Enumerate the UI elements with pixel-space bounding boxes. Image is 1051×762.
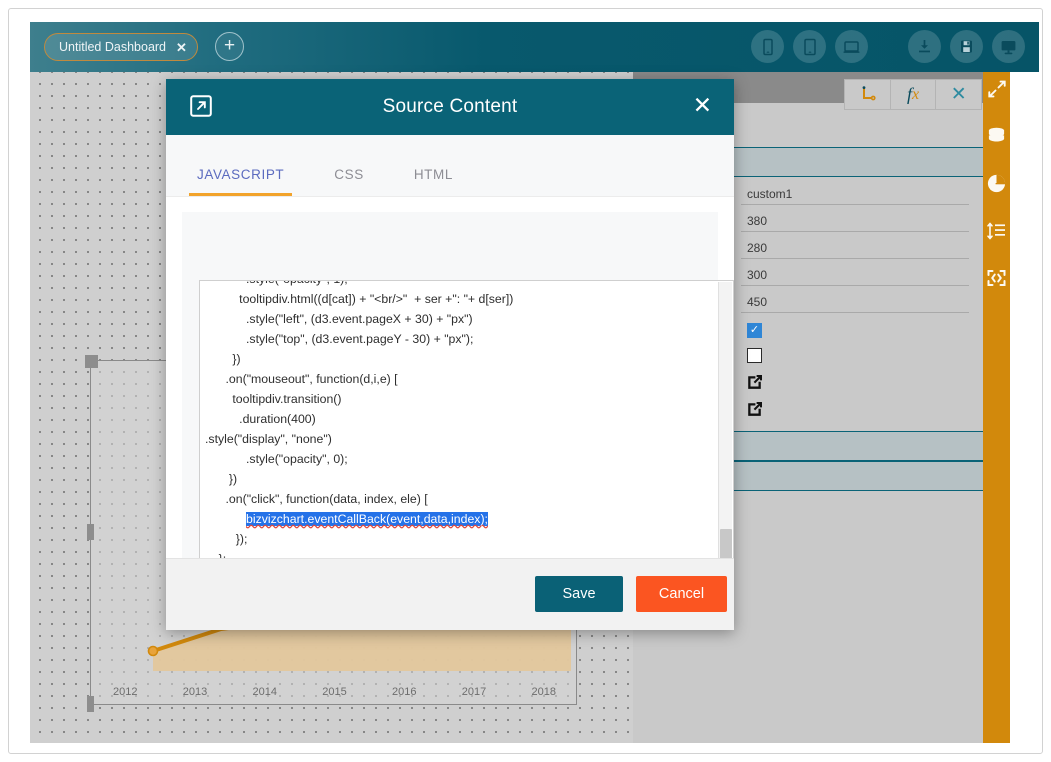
checkbox-checked[interactable]: ✓: [747, 322, 762, 338]
x-tick-label: 2013: [182, 686, 208, 698]
function-icon[interactable]: fx: [891, 80, 937, 109]
checkbox-unchecked[interactable]: [747, 347, 762, 363]
list-order-icon[interactable]: [986, 221, 1007, 246]
dialog-title: Source Content: [382, 96, 518, 117]
cancel-button[interactable]: Cancel: [636, 576, 727, 612]
property-value[interactable]: 300: [741, 266, 969, 286]
top-toolbar: Untitled Dashboard ✕ +: [30, 22, 1039, 72]
external-link-icon: [748, 401, 763, 416]
application-window: Untitled Dashboard ✕ + 2012 2013 2014 20…: [8, 8, 1043, 754]
property-control: [741, 347, 969, 366]
x-tick-label: 2016: [392, 686, 417, 698]
property-control: [741, 374, 969, 393]
source-content-dialog: Source Content ✕ JAVASCRIPT CSS HTML .st…: [166, 79, 734, 630]
tab-javascript[interactable]: JAVASCRIPT: [189, 167, 293, 196]
close-icon[interactable]: ✕: [693, 92, 712, 118]
pie-chart-icon[interactable]: [986, 173, 1007, 199]
property-control: ✓: [741, 322, 969, 338]
tab-css[interactable]: CSS: [326, 167, 372, 196]
resize-handle-sw[interactable]: [87, 696, 94, 712]
dialog-header: Source Content ✕: [166, 79, 734, 135]
phone-icon: [762, 38, 773, 55]
topbar-actions: [751, 30, 1025, 63]
app-root: Untitled Dashboard ✕ + 2012 2013 2014 20…: [0, 0, 1051, 762]
resize-handle-w[interactable]: [87, 524, 94, 540]
x-tick-label: 2017: [461, 686, 487, 698]
save-button[interactable]: Save: [535, 576, 623, 612]
present-button[interactable]: [992, 30, 1025, 63]
database-icon[interactable]: [986, 126, 1007, 151]
x-tick-label: 2014: [252, 686, 277, 698]
right-rail-items: [983, 79, 1010, 293]
dashboard-tab[interactable]: Untitled Dashboard ✕: [44, 33, 198, 61]
chart-point: [147, 645, 159, 657]
close-icon[interactable]: ✕: [176, 41, 187, 54]
phone-preview-button[interactable]: [751, 30, 784, 63]
desktop-preview-button[interactable]: [835, 30, 868, 63]
save-button[interactable]: [950, 30, 983, 63]
add-dashboard-tab-button[interactable]: +: [215, 32, 244, 61]
resize-handle-nw[interactable]: [85, 355, 98, 368]
tab-html[interactable]: HTML: [406, 167, 461, 196]
floppy-save-icon: [961, 40, 972, 53]
dashboard-tab-label: Untitled Dashboard: [59, 40, 167, 54]
x-tick-label: 2015: [322, 686, 347, 698]
download-icon: [919, 40, 930, 53]
tablet-preview-button[interactable]: [793, 30, 826, 63]
laptop-icon: [843, 40, 860, 53]
property-value[interactable]: 380: [741, 212, 969, 232]
property-value[interactable]: 280: [741, 239, 969, 259]
download-button[interactable]: [908, 30, 941, 63]
code-brackets-icon[interactable]: [986, 268, 1007, 293]
expand-icon[interactable]: [987, 79, 1007, 104]
monitor-icon: [1001, 40, 1016, 54]
property-value[interactable]: custom1: [741, 185, 969, 205]
bind-variable-icon[interactable]: [845, 80, 891, 109]
close-panel-icon[interactable]: ✕: [936, 80, 981, 109]
x-tick-label: 2018: [531, 686, 556, 698]
dialog-tabs: JAVASCRIPT CSS HTML: [166, 135, 734, 197]
x-tick-label: 2012: [113, 686, 138, 698]
property-value[interactable]: 450: [741, 293, 969, 313]
properties-toolbar: fx ✕: [844, 79, 982, 110]
popout-icon[interactable]: [190, 95, 212, 122]
external-link-icon: [748, 374, 763, 389]
chart-x-axis: 2012 2013 2014 2015 2016 2017 2018: [91, 686, 578, 698]
tablet-icon: [803, 38, 816, 55]
property-control: [741, 401, 969, 420]
dialog-footer: Save Cancel: [166, 558, 734, 630]
